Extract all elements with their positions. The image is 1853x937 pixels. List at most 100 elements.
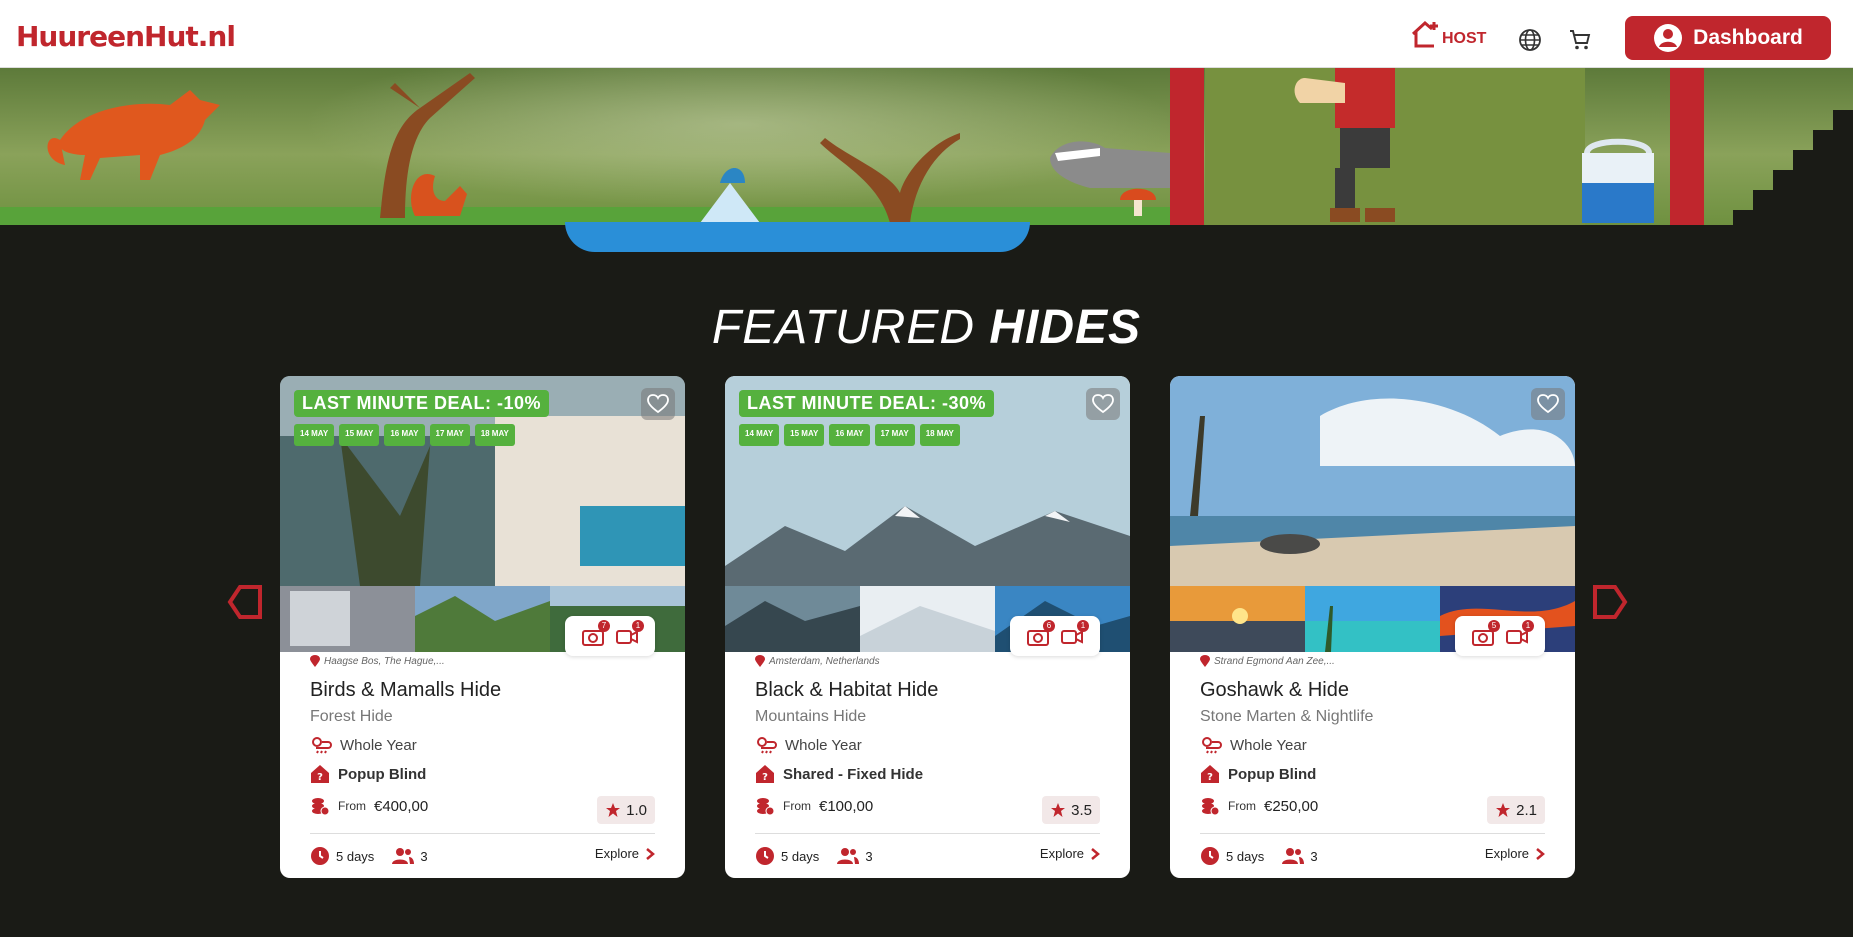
card-footer-info: 5 days 3 xyxy=(1200,846,1318,866)
media-count-pill[interactable]: 7 1 xyxy=(565,616,655,656)
hide-subtitle: Forest Hide xyxy=(310,708,393,725)
explore-label: Explore xyxy=(594,846,639,861)
hide-title[interactable]: Goshawk & Hide xyxy=(1200,679,1349,702)
svg-text:?: ? xyxy=(317,772,323,783)
hide-frame-left xyxy=(1170,68,1204,225)
price-from-label: From xyxy=(783,799,811,813)
heart-icon xyxy=(1537,394,1559,414)
rating-value: 3.5 xyxy=(1071,801,1092,819)
chevron-right-icon xyxy=(1593,585,1628,619)
hide-type-text: Shared - Fixed Hide xyxy=(783,765,924,783)
hide-card[interactable]: LAST MINUTE DEAL: -10% 14 MAY 15 MAY 16 … xyxy=(280,376,685,878)
video-count: 1 xyxy=(616,620,644,646)
hide-house-icon: ? xyxy=(1201,765,1219,783)
location-text: Haagse Bos, The Hague,... xyxy=(324,655,445,667)
media-count-pill[interactable]: 6 1 xyxy=(1010,616,1100,656)
people-icon xyxy=(837,848,860,864)
favorite-button[interactable] xyxy=(1531,388,1565,420)
heart-icon xyxy=(1092,394,1114,414)
rating-badge: 3.5 xyxy=(1042,796,1100,824)
carousel-next-arrow[interactable] xyxy=(1591,583,1629,621)
last-minute-deal-badge: LAST MINUTE DEAL: -30% xyxy=(739,390,995,417)
date-chip[interactable]: 17 MAY xyxy=(429,424,470,446)
explore-label: Explore xyxy=(1484,846,1529,861)
gallery-thumb xyxy=(280,586,415,652)
people-count: 3 xyxy=(865,848,873,864)
duration-text: 5 days xyxy=(781,848,820,864)
chevron-left-icon xyxy=(227,585,262,619)
hide-title[interactable]: Black & Habitat Hide xyxy=(755,679,938,702)
people-icon xyxy=(392,848,415,864)
available-dates: 14 MAY 15 MAY 16 MAY 17 MAY 18 MAY xyxy=(294,424,515,446)
hide-house-icon: ? xyxy=(756,765,774,783)
hide-interior-illustration xyxy=(1205,68,1585,225)
favorite-button[interactable] xyxy=(1086,388,1120,420)
hide-title[interactable]: Birds & Mamalls Hide xyxy=(310,679,501,702)
date-chip[interactable]: 14 MAY xyxy=(739,424,780,446)
mushroom-illustration xyxy=(1120,188,1156,216)
date-chip[interactable]: 18 MAY xyxy=(474,424,515,446)
house-plus-icon xyxy=(1411,20,1438,48)
people-count: 3 xyxy=(420,848,428,864)
dashboard-button[interactable]: Dashboard xyxy=(1625,16,1831,60)
chevron-right-icon xyxy=(1536,847,1545,860)
price-value: €400,00 xyxy=(374,797,429,815)
chevron-right-icon xyxy=(646,847,655,860)
media-count-pill[interactable]: 5 1 xyxy=(1455,616,1545,656)
gallery-thumb xyxy=(1305,586,1440,652)
people-count: 3 xyxy=(1310,848,1318,864)
date-chip[interactable]: 16 MAY xyxy=(829,424,870,446)
gallery-thumb xyxy=(1170,586,1305,652)
hide-card[interactable]: 5 1 Strand Egmond Aan Zee,... Goshawk & … xyxy=(1170,376,1575,878)
hide-subtitle: Stone Marten & Nightlife xyxy=(1200,708,1374,725)
price-row: From €100,00 xyxy=(755,796,873,816)
cart-icon[interactable] xyxy=(1568,28,1594,54)
host-label: HOST xyxy=(1442,30,1487,47)
season-row: Whole Year xyxy=(1200,736,1307,754)
hide-card[interactable]: LAST MINUTE DEAL: -30% 14 MAY 15 MAY 16 … xyxy=(725,376,1130,878)
hide-type-row: ? Shared - Fixed Hide xyxy=(755,764,923,784)
card-footer-info: 5 days 3 xyxy=(310,846,428,866)
available-dates: 14 MAY 15 MAY 16 MAY 17 MAY 18 MAY xyxy=(739,424,960,446)
squirrel-illustration xyxy=(411,174,467,216)
date-chip[interactable]: 15 MAY xyxy=(784,424,825,446)
video-count-badge: 1 xyxy=(632,620,644,632)
season-text: Whole Year xyxy=(1230,736,1307,754)
video-count-badge: 1 xyxy=(1077,620,1089,632)
duration-text: 5 days xyxy=(336,848,375,864)
card-divider xyxy=(755,833,1100,834)
date-chip[interactable]: 18 MAY xyxy=(919,424,960,446)
photo-count-badge: 5 xyxy=(1488,620,1500,632)
map-pin-icon xyxy=(755,655,765,667)
explore-link[interactable]: Explore xyxy=(595,846,655,861)
globe-icon[interactable] xyxy=(1518,28,1544,54)
coins-icon xyxy=(312,798,330,816)
favorite-button[interactable] xyxy=(641,388,675,420)
card-footer-info: 5 days 3 xyxy=(755,846,873,866)
site-logo[interactable]: HuureenHut.nl xyxy=(16,20,236,53)
season-row: Whole Year xyxy=(310,736,417,754)
price-row: From €400,00 xyxy=(310,796,428,816)
date-chip[interactable]: 14 MAY xyxy=(294,424,335,446)
photo-count: 5 xyxy=(1472,620,1500,646)
carousel-prev-arrow[interactable] xyxy=(226,583,264,621)
price-from-label: From xyxy=(338,799,366,813)
svg-text:?: ? xyxy=(1207,772,1213,783)
explore-link[interactable]: Explore xyxy=(1040,846,1100,861)
photo-count-badge: 6 xyxy=(1043,620,1055,632)
date-chip[interactable]: 15 MAY xyxy=(339,424,380,446)
date-chip[interactable]: 16 MAY xyxy=(384,424,425,446)
clock-icon xyxy=(311,847,329,865)
heart-icon xyxy=(647,394,669,414)
explore-link[interactable]: Explore xyxy=(1485,846,1545,861)
price-row: From €250,00 xyxy=(1200,796,1318,816)
user-avatar-icon xyxy=(1654,24,1683,52)
section-heading: FEATURED HIDES xyxy=(0,300,1853,355)
rating-value: 1.0 xyxy=(626,801,647,819)
weather-icon xyxy=(1202,737,1222,754)
date-chip[interactable]: 17 MAY xyxy=(874,424,915,446)
clock-icon xyxy=(1201,847,1219,865)
location-text: Strand Egmond Aan Zee,... xyxy=(1214,655,1335,667)
host-link[interactable]: HOST xyxy=(1410,20,1486,48)
coins-icon xyxy=(1202,798,1220,816)
